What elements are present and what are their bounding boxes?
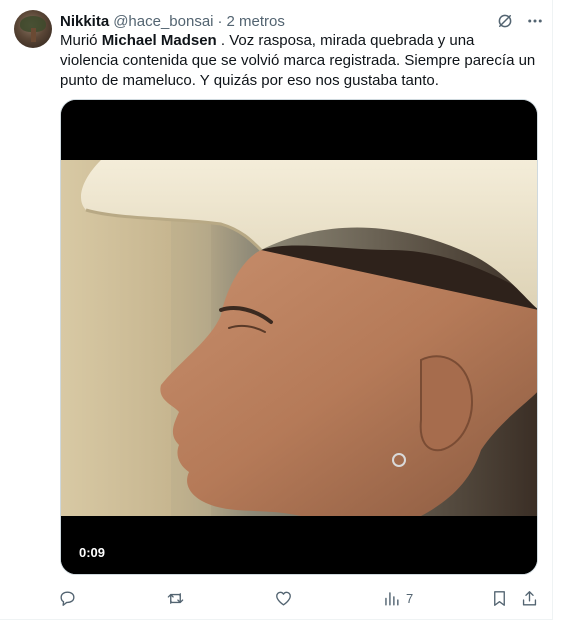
views-count: 7 — [406, 590, 414, 606]
bookmark-button[interactable] — [490, 585, 509, 611]
video-timestamp: 0:09 — [73, 543, 112, 562]
author-name[interactable]: Nikkita — [60, 13, 109, 30]
share-button[interactable] — [520, 585, 539, 611]
author-handle[interactable]: @hace_bonsai — [113, 13, 213, 30]
avatar-bonsai-trunk — [31, 28, 36, 42]
tweet-text-start: Murió — [60, 32, 102, 49]
tweet-header: Nikkita @hace_bonsai · 2 metros — [60, 11, 285, 31]
bookmark-icon — [494, 590, 505, 606]
more-icon[interactable] — [525, 12, 545, 30]
video-player[interactable]: 0:09 — [60, 99, 538, 575]
tweet-text-mention: Michael Madsen — [101, 32, 217, 49]
tweet-text: Murió Michael Madsen . Voz rasposa, mira… — [60, 31, 536, 91]
tweet-actions: 7 — [56, 585, 546, 611]
retweet-button[interactable] — [166, 585, 190, 611]
views-icon — [385, 591, 399, 606]
like-button[interactable] — [274, 585, 298, 611]
reply-button[interactable] — [58, 585, 82, 611]
separator-dot: · — [217, 12, 223, 30]
grok-icon[interactable] — [496, 12, 514, 30]
like-icon — [276, 591, 291, 606]
reply-icon — [60, 590, 75, 606]
share-icon — [522, 590, 537, 606]
retweet-icon — [167, 592, 184, 604]
tweet-card[interactable]: Nikkita @hace_bonsai · 2 metros Murió Mi… — [0, 0, 553, 620]
avatar[interactable] — [14, 10, 52, 48]
tweet-time[interactable]: 2 metros — [227, 13, 285, 30]
views-button[interactable]: 7 — [382, 585, 413, 611]
video-frame — [61, 100, 537, 574]
